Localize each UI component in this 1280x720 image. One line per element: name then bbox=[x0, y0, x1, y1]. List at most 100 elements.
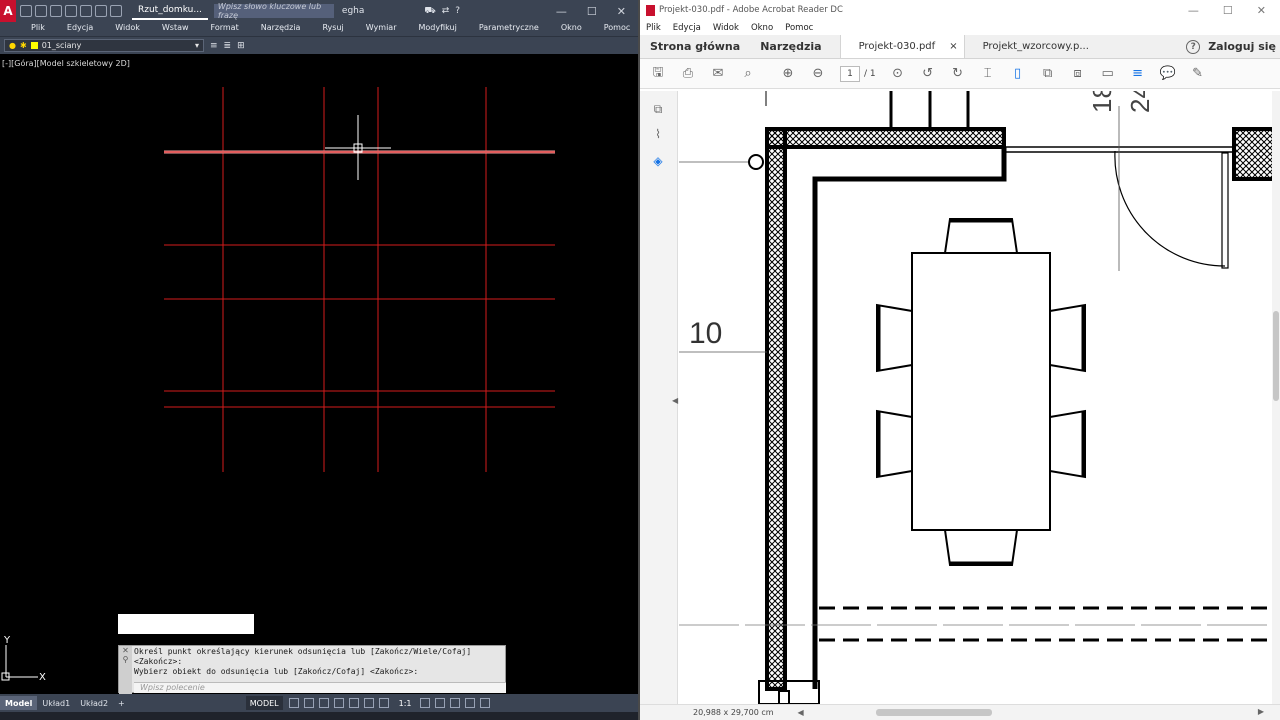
menu-item[interactable]: Pomoc bbox=[593, 22, 642, 36]
read-mode-icon[interactable]: ▭ bbox=[1100, 66, 1116, 82]
menu-item[interactable]: Wymiar bbox=[355, 22, 408, 36]
osnap-icon[interactable] bbox=[348, 698, 359, 708]
horizontal-scroll-thumb[interactable] bbox=[876, 709, 992, 716]
menu-item[interactable]: Edycja bbox=[56, 22, 104, 36]
exchange-icon[interactable]: ⇄ bbox=[442, 6, 450, 17]
close-icon[interactable]: ✕ bbox=[1257, 4, 1266, 17]
lineweight-icon[interactable] bbox=[378, 698, 389, 708]
page-view-icon[interactable]: ▯ bbox=[1010, 66, 1026, 82]
layer-properties-icon[interactable]: ≡ bbox=[210, 41, 218, 51]
help-icon[interactable]: ? bbox=[1186, 39, 1201, 54]
isolate-icon[interactable] bbox=[449, 698, 460, 708]
open-file-icon[interactable] bbox=[35, 5, 47, 17]
comment-icon[interactable]: 💬 bbox=[1160, 66, 1176, 82]
page-number-input[interactable]: 1 bbox=[840, 65, 860, 82]
attachment-icon[interactable]: ⌇ bbox=[650, 126, 666, 142]
menu-lines-icon[interactable]: ≡ bbox=[1130, 66, 1146, 82]
command-history-line: Wybierz obiekt do odsunięcia lub [Zakońc… bbox=[134, 667, 419, 676]
snap-icon[interactable] bbox=[303, 698, 314, 708]
save-icon[interactable]: 🖫 bbox=[650, 65, 666, 82]
minimize-icon[interactable]: — bbox=[1188, 4, 1199, 17]
two-page-icon[interactable]: ⧈ bbox=[1070, 66, 1086, 82]
pages-icon[interactable]: ⧉ bbox=[650, 101, 666, 117]
email-icon[interactable]: ✉ bbox=[710, 66, 726, 82]
search-input[interactable]: Wpisz słowo kluczowe lub frazę bbox=[213, 2, 334, 20]
save-as-icon[interactable] bbox=[65, 5, 77, 17]
make-current-icon[interactable]: ⊞ bbox=[237, 41, 245, 51]
zoom-icon[interactable]: ⊙ bbox=[890, 66, 906, 82]
menu-item[interactable]: Wstaw bbox=[151, 22, 200, 36]
tab-uklad2[interactable]: Układ2 bbox=[75, 696, 113, 710]
plot-icon[interactable] bbox=[80, 5, 92, 17]
command-line-handle[interactable]: ✕ ⚲ bbox=[119, 646, 132, 694]
menu-item[interactable]: Modyfikuj bbox=[407, 22, 467, 36]
chair-left bbox=[876, 409, 913, 479]
menu-item[interactable]: Widok bbox=[713, 23, 739, 33]
scroll-right-icon[interactable]: ▶ bbox=[1258, 707, 1264, 716]
scroll-left-icon[interactable]: ◀ bbox=[798, 708, 804, 717]
autocad-logo-button[interactable]: A bbox=[0, 0, 16, 22]
print-icon[interactable]: ⎙ bbox=[680, 66, 696, 82]
add-layout-button[interactable]: + bbox=[113, 696, 130, 710]
scroll-mode-icon[interactable]: ⧉ bbox=[1040, 66, 1056, 82]
ortho-icon[interactable] bbox=[318, 698, 329, 708]
undo-icon[interactable] bbox=[95, 5, 107, 17]
menu-item[interactable]: Parametryczne bbox=[468, 22, 550, 36]
tab-document-active[interactable]: Projekt-030.pdf × bbox=[839, 35, 965, 58]
document-tab[interactable]: Rzut_domku... bbox=[132, 2, 208, 20]
tab-home[interactable]: Strona główna bbox=[640, 35, 750, 58]
annotation-scale[interactable]: 1:1 bbox=[399, 699, 412, 708]
page-down-icon[interactable]: ⊖ bbox=[810, 66, 826, 82]
close-icon[interactable]: ✕ bbox=[617, 5, 626, 18]
menu-item[interactable]: Rysuj bbox=[311, 22, 354, 36]
sign-icon[interactable]: ✎ bbox=[1190, 66, 1206, 82]
collapse-pane-icon[interactable]: ◀ bbox=[672, 396, 678, 405]
menu-item[interactable]: Edycja bbox=[673, 23, 701, 33]
menu-item[interactable]: Format bbox=[200, 22, 250, 36]
pdf-page-view[interactable]: 10 18 24 bbox=[679, 91, 1272, 704]
menu-item[interactable]: Okno bbox=[550, 22, 593, 36]
workspace-icon[interactable] bbox=[419, 698, 430, 708]
select-tool-icon[interactable]: ⌶ bbox=[980, 66, 996, 82]
tab-document[interactable]: Projekt_wzorcowy.p... bbox=[965, 35, 1099, 58]
tab-tools[interactable]: Narzędzia bbox=[750, 35, 831, 58]
tab-uklad1[interactable]: Układ1 bbox=[37, 696, 75, 710]
drawing-canvas[interactable]: Y X bbox=[0, 55, 638, 695]
new-file-icon[interactable] bbox=[20, 5, 32, 17]
menu-item[interactable]: Plik bbox=[20, 22, 56, 36]
save-icon[interactable] bbox=[50, 5, 62, 17]
page-up-icon[interactable]: ⊕ bbox=[780, 66, 796, 82]
layer-states-icon[interactable]: ≣ bbox=[224, 41, 232, 51]
menu-item[interactable]: Plik bbox=[646, 23, 661, 33]
plus-icon[interactable] bbox=[434, 698, 445, 708]
minimize-icon[interactable]: — bbox=[556, 5, 567, 18]
cart-icon[interactable]: ⛟ bbox=[424, 6, 435, 17]
restore-icon[interactable]: ☐ bbox=[587, 5, 597, 18]
menu-item[interactable]: Pomoc bbox=[785, 23, 813, 33]
close-tab-icon[interactable]: × bbox=[949, 41, 957, 52]
search-icon[interactable]: ⌕ bbox=[740, 66, 756, 82]
menu-item[interactable]: Narzędzia bbox=[250, 22, 312, 36]
otrack-icon[interactable] bbox=[363, 698, 374, 708]
rotate-left-icon[interactable]: ↺ bbox=[920, 66, 936, 82]
layer-dropdown[interactable]: ● ✱ 01_sciany ▾ bbox=[4, 39, 204, 52]
command-input[interactable]: Wpisz polecenie bbox=[134, 682, 506, 693]
customize-icon[interactable] bbox=[479, 698, 490, 708]
polar-icon[interactable] bbox=[333, 698, 344, 708]
grid-icon[interactable] bbox=[288, 698, 299, 708]
menu-item[interactable]: Widok bbox=[104, 22, 151, 36]
user-name[interactable]: egha bbox=[342, 6, 364, 16]
signin-button[interactable]: Zaloguj się bbox=[1208, 40, 1276, 53]
vertical-scroll-thumb[interactable] bbox=[1273, 311, 1279, 401]
layers-icon[interactable]: ◈ bbox=[650, 153, 666, 169]
model-space-button[interactable]: MODEL bbox=[245, 696, 283, 710]
help-icon[interactable]: ? bbox=[455, 6, 460, 17]
command-history-line: <Zakończ>: bbox=[134, 657, 183, 666]
tab-model[interactable]: Model bbox=[0, 696, 38, 710]
restore-icon[interactable]: ☐ bbox=[1223, 4, 1233, 17]
menu-item[interactable]: Okno bbox=[751, 23, 773, 33]
redo-icon[interactable] bbox=[110, 5, 122, 17]
vertical-scrollbar[interactable] bbox=[1272, 91, 1280, 704]
fullscreen-icon[interactable] bbox=[464, 698, 475, 708]
rotate-right-icon[interactable]: ↻ bbox=[950, 66, 966, 82]
